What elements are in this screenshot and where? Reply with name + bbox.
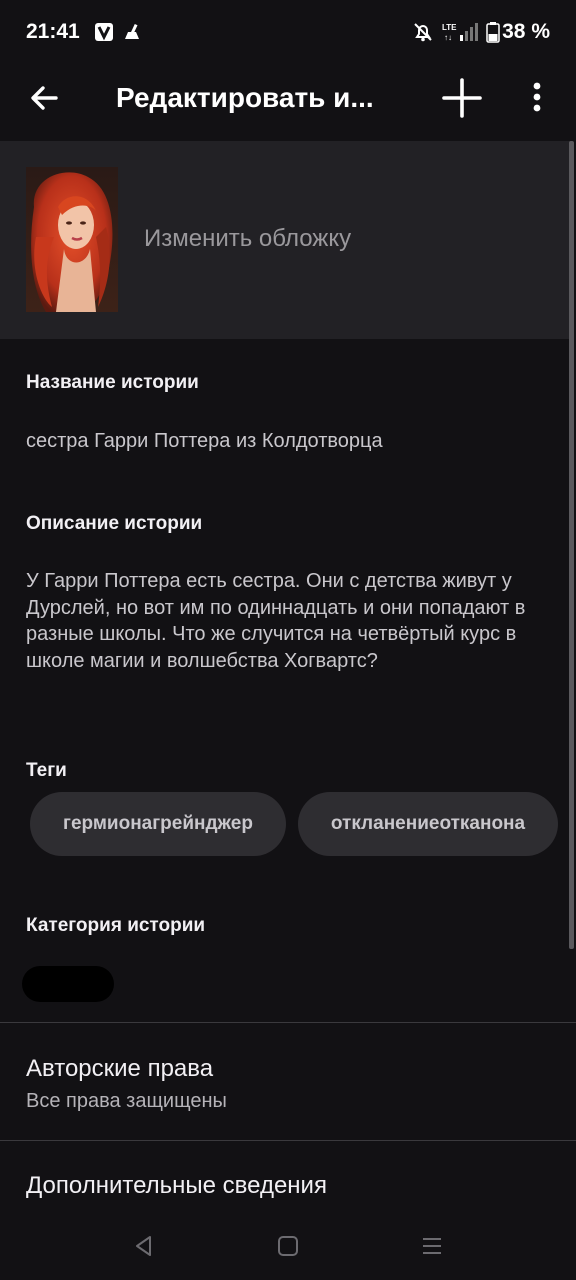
category-label: Категория истории	[26, 915, 206, 936]
app-bar: Редактировать и...	[0, 64, 576, 140]
additional-info-row[interactable]: Дополнительные сведения	[26, 1172, 327, 1200]
lte-signal-icon: LTE ↑↓	[442, 20, 478, 44]
cover-image[interactable]	[26, 167, 118, 312]
app-notification-icon	[94, 20, 114, 44]
plus-icon	[442, 78, 482, 118]
svg-text:↑↓: ↑↓	[444, 33, 452, 42]
divider	[0, 1022, 576, 1023]
tag-chip[interactable]: гермионагрейнджер	[30, 792, 286, 856]
story-title-label: Название истории	[26, 372, 199, 393]
change-cover-link[interactable]: Изменить обложку	[144, 225, 351, 253]
battery-icon	[486, 20, 500, 44]
back-triangle-icon	[136, 1236, 151, 1256]
back-button[interactable]	[26, 78, 66, 118]
category-value-redacted[interactable]	[22, 966, 114, 1002]
battery-percent: 38 %	[502, 20, 550, 43]
more-options-button[interactable]	[522, 78, 552, 118]
cover-section[interactable]: Изменить обложку	[0, 141, 570, 339]
story-description-label: Описание истории	[26, 513, 203, 534]
scrollbar[interactable]	[569, 141, 574, 949]
recents-lines-icon	[423, 1238, 441, 1254]
story-description-field[interactable]: У Гарри Поттера есть сестра. Они с детст…	[26, 568, 546, 674]
add-part-button[interactable]	[440, 76, 484, 120]
back-arrow-icon	[31, 86, 58, 110]
svg-text:LTE: LTE	[442, 23, 457, 32]
nav-home-button[interactable]	[274, 1232, 302, 1260]
nav-back-button[interactable]	[130, 1232, 158, 1260]
divider	[0, 1140, 576, 1141]
mute-bell-icon	[412, 20, 434, 44]
nav-recents-button[interactable]	[418, 1232, 446, 1260]
system-nav-bar	[0, 1210, 576, 1280]
tag-chip[interactable]: откланениеотканона	[298, 792, 558, 856]
tags-label: Теги	[26, 760, 67, 781]
copyright-value: Все права защищены	[26, 1090, 227, 1112]
copyright-title: Авторские права	[26, 1055, 214, 1082]
status-time: 21:41	[26, 20, 80, 43]
more-vertical-icon	[533, 82, 541, 112]
story-title-field[interactable]: сестра Гарри Поттера из Колдотворца	[26, 430, 383, 453]
page-title: Редактировать и...	[116, 82, 374, 113]
cleaner-icon	[122, 20, 142, 44]
status-bar: 21:41 LTE ↑↓ 38 %	[0, 0, 576, 64]
home-square-icon	[278, 1236, 298, 1256]
